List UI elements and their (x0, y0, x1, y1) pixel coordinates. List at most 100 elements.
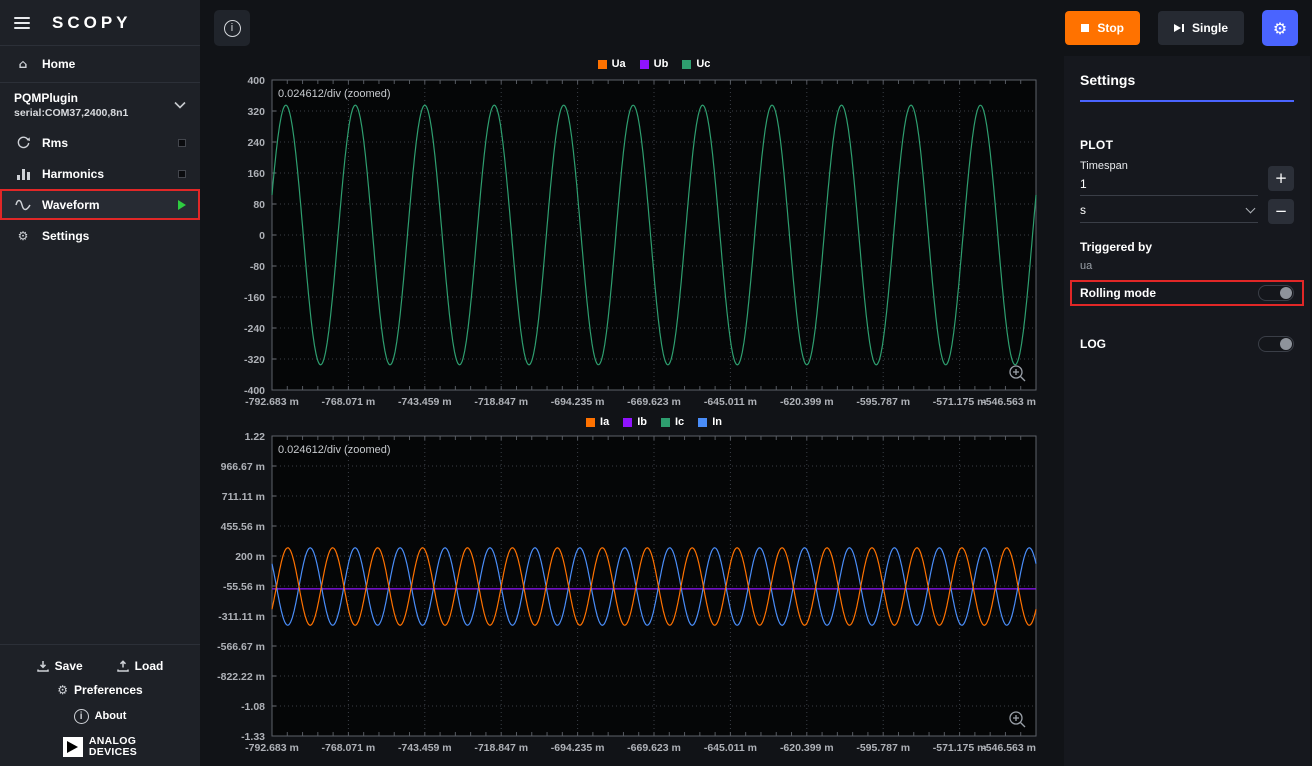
svg-text:-546.563 m: -546.563 m (982, 742, 1036, 754)
plot-settings-button[interactable]: ⚙ (1262, 10, 1298, 46)
waveform-icon (14, 198, 32, 212)
svg-text:-822.22 m: -822.22 m (217, 671, 265, 683)
legend-swatch (661, 418, 670, 427)
sidebar-item-harmonics[interactable]: Harmonics (0, 158, 200, 189)
info-button[interactable]: i (214, 10, 250, 46)
content: UaUbUc 400320240160800-80-160-240-320-40… (200, 56, 1312, 766)
tool-state-square[interactable] (178, 170, 186, 178)
gear-icon: ⚙ (1273, 19, 1287, 38)
svg-text:-620.399 m: -620.399 m (780, 396, 834, 408)
svg-text:-595.787 m: -595.787 m (856, 396, 910, 408)
run-play-icon[interactable] (178, 200, 186, 210)
svg-text:160: 160 (247, 168, 265, 180)
legend-swatch (640, 60, 649, 69)
about-button[interactable]: i About (0, 703, 200, 730)
stop-icon (1081, 24, 1089, 32)
rolling-mode-label: Rolling mode (1080, 286, 1156, 300)
svg-text:966.67 m: 966.67 m (221, 461, 265, 473)
timespan-label: Timespan (1080, 160, 1258, 172)
legend-swatch (682, 60, 691, 69)
legend-label: Ua (612, 58, 626, 70)
legend-item-Uc[interactable]: Uc (682, 58, 710, 70)
load-icon (117, 660, 129, 672)
svg-text:-792.683 m: -792.683 m (245, 742, 299, 754)
load-button[interactable]: Load (117, 659, 164, 673)
save-load-row: Save Load (0, 655, 200, 677)
analog-devices-mark (63, 737, 83, 757)
sidebar-item-settings[interactable]: ⚙ Settings (0, 220, 200, 251)
charts-column: UaUbUc 400320240160800-80-160-240-320-40… (214, 56, 1052, 766)
sidebar-header: SCOPY (0, 0, 200, 46)
preferences-button[interactable]: ⚙ Preferences (0, 677, 200, 703)
legend-item-Ia[interactable]: Ia (586, 416, 609, 428)
rolling-mode-toggle[interactable] (1258, 285, 1294, 301)
log-toggle[interactable] (1258, 336, 1294, 352)
svg-text:-694.235 m: -694.235 m (551, 742, 605, 754)
svg-text:-669.623 m: -669.623 m (627, 742, 681, 754)
legend-label: Ub (654, 58, 669, 70)
chevron-down-icon[interactable] (174, 101, 186, 109)
harmonics-icon (14, 167, 32, 181)
svg-text:-80: -80 (250, 261, 265, 273)
legend-swatch (586, 418, 595, 427)
tool-state-square[interactable] (178, 139, 186, 147)
svg-text:1.22: 1.22 (245, 431, 266, 443)
svg-text:-768.071 m: -768.071 m (322, 742, 376, 754)
plugin-name: PQMPlugin (14, 91, 174, 105)
timespan-input[interactable] (1080, 172, 1258, 196)
svg-text:-743.459 m: -743.459 m (398, 742, 452, 754)
legend-label: Ib (637, 416, 647, 428)
single-run-icon (1174, 24, 1184, 32)
sidebar-item-home[interactable]: ⌂ Home (0, 46, 200, 82)
rolling-mode-row: Rolling mode (1070, 280, 1304, 306)
svg-text:-743.459 m: -743.459 m (398, 396, 452, 408)
legend-item-Ic[interactable]: Ic (661, 416, 684, 428)
legend-item-Ub[interactable]: Ub (640, 58, 669, 70)
timespan-group: Timespan s + − (1080, 160, 1294, 224)
scopy-logo: SCOPY (52, 13, 132, 33)
legend-label: In (712, 416, 722, 428)
triggered-by-select[interactable]: ua (1080, 260, 1294, 272)
menu-icon[interactable] (14, 14, 30, 32)
svg-text:-768.071 m: -768.071 m (322, 396, 376, 408)
single-button[interactable]: Single (1158, 11, 1244, 45)
svg-text:-571.175 m: -571.175 m (933, 396, 987, 408)
current-waveform-plot[interactable]: 1.22966.67 m711.11 m455.56 m200 m-55.56 … (214, 430, 1052, 762)
sidebar-item-rms[interactable]: Rms (0, 127, 200, 158)
home-label: Home (42, 57, 75, 71)
current-plot-legend: Ia Ib Ic In (272, 414, 1036, 430)
timespan-decrement-button[interactable]: − (1268, 199, 1294, 224)
svg-text:-311.11 m: -311.11 m (218, 611, 265, 623)
stop-button[interactable]: Stop (1065, 11, 1140, 45)
svg-text:200 m: 200 m (235, 551, 265, 563)
legend-item-Ua[interactable]: Ua (598, 58, 626, 70)
panel-title: Settings (1080, 72, 1294, 102)
plugin-header[interactable]: PQMPlugin serial:COM37,2400,8n1 (0, 83, 200, 127)
sidebar-item-waveform[interactable]: Waveform (0, 189, 200, 220)
legend-swatch (698, 418, 707, 427)
save-button[interactable]: Save (37, 659, 83, 673)
legend-item-In[interactable]: In (698, 416, 722, 428)
svg-text:-240: -240 (244, 323, 265, 335)
svg-text:240: 240 (247, 137, 265, 149)
timespan-increment-button[interactable]: + (1268, 166, 1294, 191)
home-icon: ⌂ (14, 57, 32, 71)
voltage-plot[interactable]: 400320240160800-80-160-240-320-400-792.6… (214, 72, 1052, 414)
legend-label: Uc (696, 58, 710, 70)
plugin-text: PQMPlugin serial:COM37,2400,8n1 (14, 91, 174, 119)
toggle-knob (1280, 287, 1292, 299)
gear-icon: ⚙ (14, 229, 32, 243)
svg-text:400: 400 (247, 75, 265, 87)
current-plot[interactable]: 1.22966.67 m711.11 m455.56 m200 m-55.56 … (214, 430, 1052, 762)
toggle-knob (1280, 338, 1292, 350)
voltage-waveform-plot[interactable]: 400320240160800-80-160-240-320-400-792.6… (214, 72, 1052, 414)
svg-text:711.11 m: 711.11 m (222, 491, 265, 503)
legend-swatch (623, 418, 632, 427)
legend-item-Ib[interactable]: Ib (623, 416, 647, 428)
sidebar-footer: Save Load ⚙ Preferences i About ANALOG D (0, 644, 200, 766)
info-icon: i (74, 709, 89, 724)
info-icon: i (224, 20, 241, 37)
log-label: LOG (1080, 337, 1106, 351)
svg-text:-645.011 m: -645.011 m (704, 742, 757, 754)
timespan-unit-select[interactable]: s (1080, 196, 1258, 223)
